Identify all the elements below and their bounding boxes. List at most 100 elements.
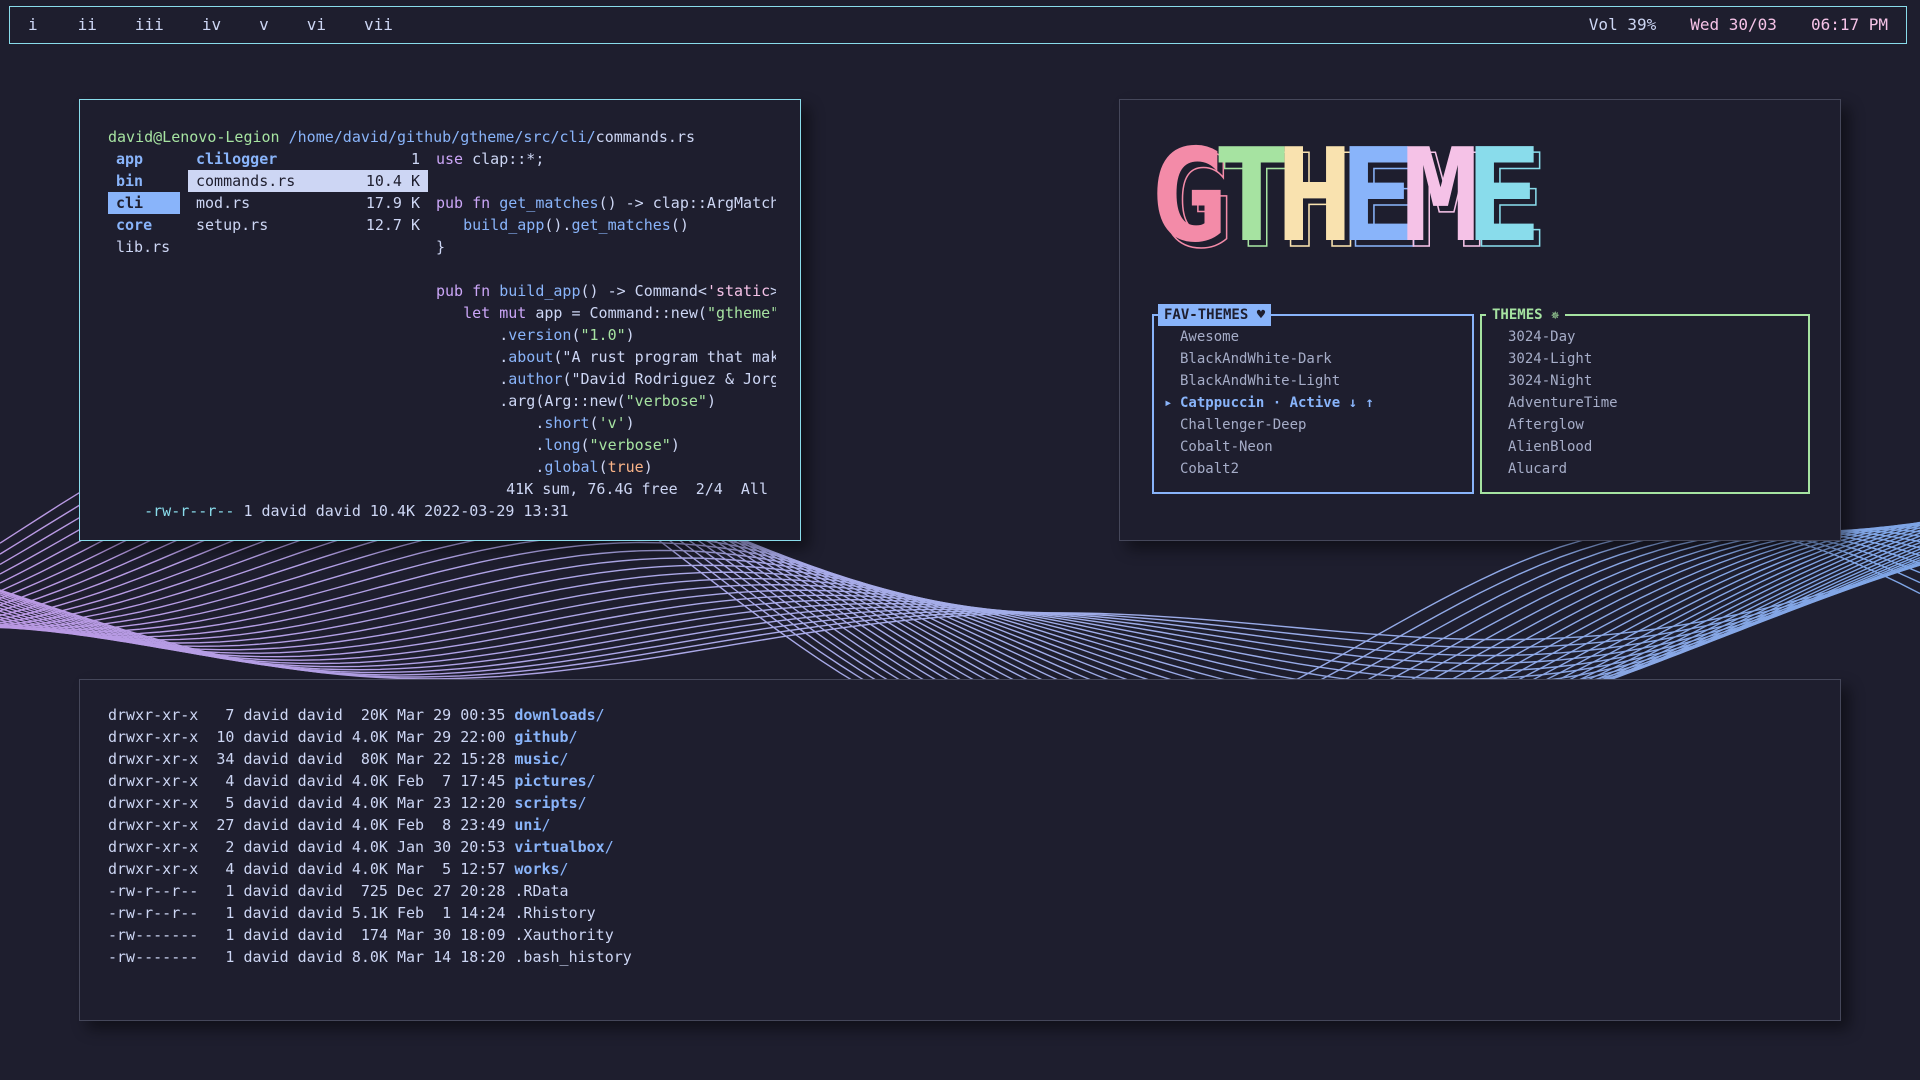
workspace-vii[interactable]: vii <box>364 7 393 43</box>
theme-name: 3024-Night <box>1508 373 1593 389</box>
file-name[interactable]: .bash_history <box>514 948 631 966</box>
theme-name: 3024-Day <box>1508 329 1576 345</box>
ls-row: drwxr-xr-x 27 david david 4.0K Feb 8 23:… <box>108 816 632 838</box>
file-name[interactable]: downloads <box>514 706 595 724</box>
file-name[interactable]: .RData <box>514 882 568 900</box>
themes-title: THEMES ✵ <box>1486 304 1566 326</box>
theme-name: BlackAndWhite-Light <box>1180 373 1341 389</box>
file-meta: -rw------- 1 david david 174 Mar 30 18:0… <box>108 926 515 944</box>
theme-item[interactable]: 3024-Day <box>1492 326 1618 348</box>
ranger-window[interactable]: david@Lenovo-Legion /home/david/github/g… <box>79 99 801 541</box>
code-line: .author("David Rodriguez & Jorge He <box>436 370 776 388</box>
theme-name: Cobalt-Neon <box>1180 439 1273 455</box>
theme-name: Cobalt2 <box>1180 461 1240 477</box>
theme-name: Alucard <box>1508 461 1568 477</box>
theme-item[interactable]: 3024-Night <box>1492 370 1618 392</box>
themes-list: 3024-Day 3024-Light 3024-Night AdventureTim… <box>1492 326 1618 480</box>
code-line: .version("1.0") <box>436 326 635 344</box>
file-name[interactable]: music <box>514 750 559 768</box>
file-meta: drwxr-xr-x 4 david david 4.0K Mar 5 12:5… <box>108 860 515 878</box>
ls-row: drwxr-xr-x 34 david david 80K Mar 22 15:… <box>108 750 632 772</box>
file-size: 12.7 K <box>365 216 420 234</box>
terminal-window[interactable]: drwxr-xr-x 7 david david 20K Mar 29 00:3… <box>79 679 1841 1021</box>
workspace-ii[interactable]: ii <box>78 7 97 43</box>
dir-suffix: / <box>604 838 614 856</box>
dir-suffix: / <box>541 816 551 834</box>
fav-themes-panel[interactable]: FAV-THEMES ♥ Awesome BlackAndWhite-Dark Bl… <box>1152 304 1474 494</box>
theme-item[interactable]: Alucard <box>1492 458 1618 480</box>
ls-row: drwxr-xr-x 4 david david 4.0K Feb 7 17:4… <box>108 772 632 794</box>
current-file: commands.rs <box>595 128 696 146</box>
theme-item[interactable]: Afterglow <box>1492 414 1618 436</box>
theme-item[interactable]: AlienBlood <box>1492 436 1618 458</box>
ls-row: -rw-r--r-- 1 david david 5.1K Feb 1 14:2… <box>108 904 632 926</box>
file-size: 1 <box>410 150 420 168</box>
code-line: .arg(Arg::new("verbose") <box>436 392 716 410</box>
file-entry[interactable]: mod.rs 17.9 K <box>188 192 428 214</box>
theme-name: Catppuccin · Active ↓ ↑ <box>1180 395 1374 411</box>
user-host: david@Lenovo-Legion <box>108 128 280 146</box>
theme-item[interactable]: AdventureTime <box>1492 392 1618 414</box>
ls-row: drwxr-xr-x 7 david david 20K Mar 29 00:3… <box>108 706 632 728</box>
file-name[interactable]: pictures <box>514 772 586 790</box>
fav-theme-item[interactable]: BlackAndWhite-Dark <box>1164 348 1374 370</box>
dir-suffix: / <box>559 860 569 878</box>
file-name[interactable]: .Rhistory <box>514 904 595 922</box>
file-entry[interactable]: commands.rs 10.4 K <box>188 170 428 192</box>
dir-suffix: / <box>586 772 596 790</box>
dir-suffix: / <box>559 750 569 768</box>
workspace-iii[interactable]: iii <box>135 7 164 43</box>
fav-theme-item[interactable]: Awesome <box>1164 326 1374 348</box>
parent-item[interactable]: core <box>108 214 180 236</box>
fav-theme-item[interactable]: Challenger-Deep <box>1164 414 1374 436</box>
file-name: mod.rs <box>196 194 251 212</box>
file-name[interactable]: github <box>514 728 568 746</box>
wave-line <box>0 561 1920 673</box>
code-line: use clap::*; <box>436 150 545 168</box>
file-name: commands.rs <box>196 172 296 190</box>
dir-suffix: / <box>577 794 587 812</box>
file-name[interactable]: works <box>514 860 559 878</box>
ls-row: -rw------- 1 david david 174 Mar 30 18:0… <box>108 926 632 948</box>
fav-theme-item[interactable]: Cobalt2 <box>1164 458 1374 480</box>
fav-theme-item[interactable]: BlackAndWhite-Light <box>1164 370 1374 392</box>
theme-name: 3024-Light <box>1508 351 1593 367</box>
file-name: setup.rs <box>196 216 269 234</box>
file-meta: drwxr-xr-x 7 david david 20K Mar 29 00:3… <box>108 706 515 724</box>
file-name[interactable]: virtualbox <box>514 838 604 856</box>
workspace-v[interactable]: v <box>259 7 269 43</box>
ls-row: drwxr-xr-x 2 david david 4.0K Jan 30 20:… <box>108 838 632 860</box>
themes-panel[interactable]: THEMES ✵ 3024-Day 3024-Light 3024-Night Adv… <box>1480 304 1810 494</box>
file-name[interactable]: uni <box>514 816 541 834</box>
code-line: .short('v') <box>436 414 635 432</box>
parent-item[interactable]: lib.rs <box>108 236 180 258</box>
file-entry[interactable]: setup.rs 12.7 K <box>188 214 428 236</box>
fav-themes-title: FAV-THEMES ♥ <box>1158 304 1272 326</box>
workspace-vi[interactable]: vi <box>307 7 326 43</box>
ranger-status-line: -rw-r--r-- 1 david david 10.4K 2022-03-2… <box>108 478 768 566</box>
gtheme-logo: GGTTHHEEMMEE <box>1150 124 1549 254</box>
workspace-iv[interactable]: iv <box>202 7 221 43</box>
parent-item[interactable]: app <box>108 148 180 170</box>
fav-theme-item[interactable]: ▸ Catppuccin · Active ↓ ↑ <box>1164 392 1374 414</box>
workspace-i[interactable]: i <box>28 7 38 43</box>
gtheme-window[interactable]: GGTTHHEEMMEE FAV-THEMES ♥ Awesome BlackAn… <box>1119 99 1841 541</box>
file-meta: drwxr-xr-x 27 david david 4.0K Feb 8 23:… <box>108 816 515 834</box>
file-permissions: -rw-r--r-- <box>144 502 235 520</box>
parent-item[interactable]: bin <box>108 170 180 192</box>
code-line: pub fn get_matches() -> clap::ArgMatches… <box>436 194 776 212</box>
file-name[interactable]: .Xauthority <box>514 926 613 944</box>
code-line: } <box>436 238 446 256</box>
theme-item[interactable]: 3024-Light <box>1492 348 1618 370</box>
file-meta: -rw------- 1 david david 8.0K Mar 14 18:… <box>108 948 515 966</box>
fav-theme-item[interactable]: Cobalt-Neon <box>1164 436 1374 458</box>
parent-item[interactable]: cli <box>108 192 180 214</box>
file-entry[interactable]: clilogger 1 <box>188 148 428 170</box>
clock: 06:17 PM <box>1810 15 1888 34</box>
file-name[interactable]: scripts <box>514 794 577 812</box>
theme-name: Challenger-Deep <box>1180 417 1307 433</box>
volume-indicator[interactable]: Vol 39% <box>1589 7 1656 43</box>
ls-output: drwxr-xr-x 7 david david 20K Mar 29 00:3… <box>108 706 632 970</box>
file-name: clilogger <box>196 150 278 168</box>
file-preview: use clap::*;pub fn get_matches() -> clap… <box>436 148 776 478</box>
